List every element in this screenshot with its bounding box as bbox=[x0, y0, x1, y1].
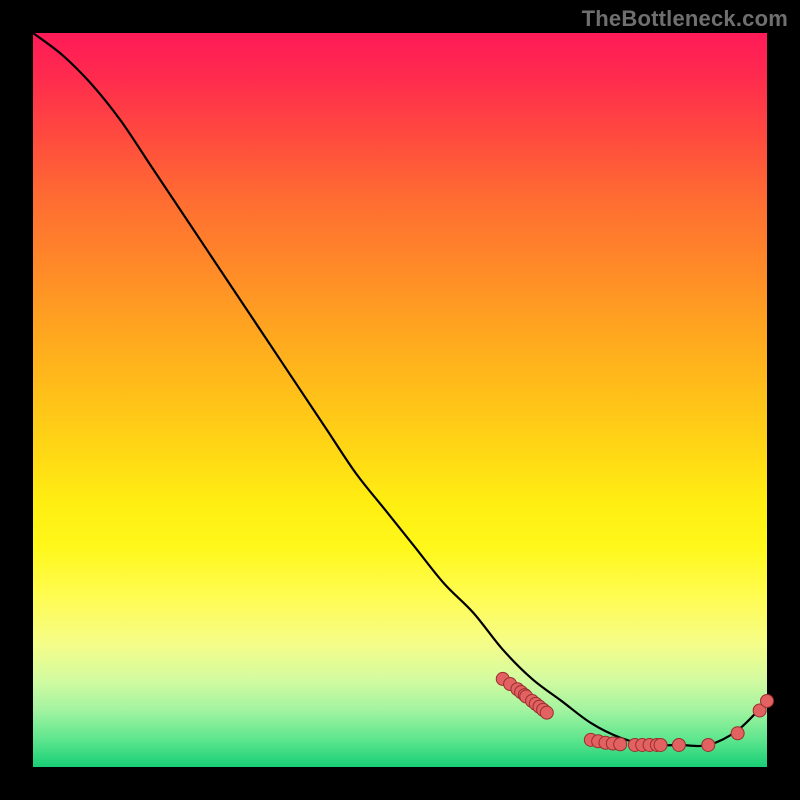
highlight-dot bbox=[672, 738, 685, 751]
bottleneck-curve bbox=[33, 33, 767, 746]
highlight-dot bbox=[614, 738, 627, 751]
highlight-dot bbox=[654, 738, 667, 751]
highlight-dot bbox=[731, 727, 744, 740]
highlight-dot bbox=[702, 738, 715, 751]
chart-stage: TheBottleneck.com bbox=[0, 0, 800, 800]
watermark-label: TheBottleneck.com bbox=[582, 6, 788, 32]
highlight-dot bbox=[761, 694, 774, 707]
chart-overlay bbox=[33, 33, 767, 767]
highlight-dot bbox=[540, 706, 553, 719]
